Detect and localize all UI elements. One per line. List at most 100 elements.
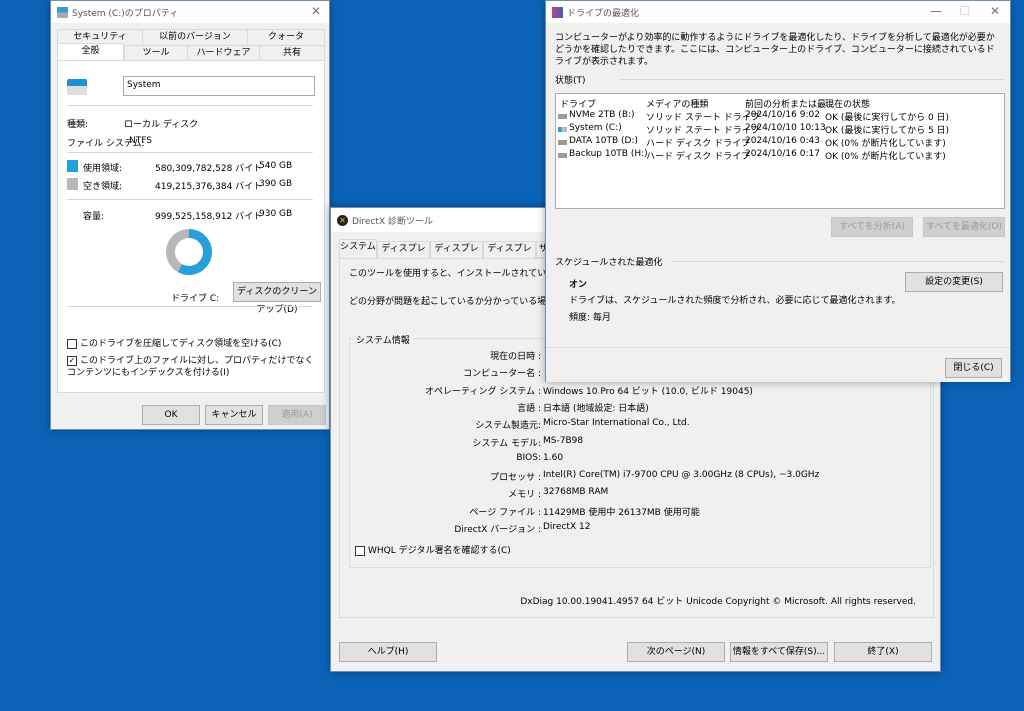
- drive-status: OK (最後に実行してから 5 日): [825, 126, 950, 136]
- change-settings-button[interactable]: 設定の変更(S): [905, 272, 1003, 292]
- whql-label: WHQL デジタル署名を確認する(C): [368, 546, 511, 556]
- info-label: ページ ファイル :: [469, 507, 541, 518]
- window-title: DirectX 診断ツール: [352, 216, 433, 227]
- column-header[interactable]: 現在の状態: [825, 97, 870, 110]
- defrag-icon: [552, 6, 563, 18]
- info-row: システム製造元: Micro-Star International Co., Lt…: [343, 418, 689, 432]
- info-row: BIOS: 1.60: [343, 453, 563, 463]
- properties-window: System (C:)のプロパティ ✕ セキュリティ 以前のバージョン クォータ…: [50, 0, 330, 430]
- type-value: ローカル ディスク: [124, 120, 199, 130]
- window-title: System (C:)のプロパティ: [72, 8, 179, 19]
- drive-media: ソリッド ステート ドライブ: [646, 126, 760, 136]
- drive-media: ソリッド ステート ドライブ: [646, 113, 760, 123]
- used-size: 540 GB: [259, 161, 293, 171]
- maximize-icon[interactable]: ☐: [959, 4, 970, 18]
- index-label: このドライブ上のファイルに対し、プロパティだけでなくコンテンツにもインデックスを…: [67, 356, 314, 378]
- close-button[interactable]: 閉じる(C): [945, 358, 1002, 378]
- used-color-swatch: [67, 160, 78, 172]
- drive-icon: [558, 127, 567, 132]
- description: コンピューターがより効率的に動作するようにドライブを最適化したり、ドライブを分析…: [555, 33, 995, 67]
- drive-last: 2024/10/16 9:02: [745, 110, 820, 120]
- drive-name: Backup 10TB (H:): [569, 149, 648, 159]
- drive-last: 2024/10/10 10:13: [745, 123, 826, 133]
- group-label: システム情報: [353, 333, 413, 346]
- close-icon[interactable]: ✕: [311, 4, 321, 18]
- optimize-all-button[interactable]: すべてを最適化(O): [923, 217, 1005, 237]
- info-label: メモリ :: [508, 490, 541, 501]
- usage-donut-chart: [166, 229, 212, 275]
- capacity-size: 930 GB: [259, 209, 293, 219]
- info-value: 11429MB 使用中 26137MB 使用可能: [543, 507, 700, 518]
- column-header[interactable]: ドライブ: [560, 97, 596, 110]
- close-icon[interactable]: ✕: [990, 4, 1000, 18]
- column-header[interactable]: 前回の分析または最...: [745, 97, 835, 110]
- info-row: プロセッサ : Intel(R) Core(TM) i7-9700 CPU @ 3…: [343, 470, 819, 483]
- drive-last: 2024/10/16 0:17: [745, 149, 820, 159]
- info-row: オペレーティング システム : Windows 10 Pro 64 ビット (10…: [343, 384, 753, 397]
- drive-name: DATA 10TB (D:): [569, 136, 639, 146]
- analyze-all-button[interactable]: すべてを分析(A): [831, 217, 913, 237]
- tab-general[interactable]: 全般: [57, 43, 124, 61]
- drive-status: OK (最後に実行してから 0 日): [825, 113, 950, 123]
- checkbox-icon[interactable]: [355, 545, 365, 556]
- drive-name: System (C:): [569, 123, 622, 133]
- column-header[interactable]: メディアの種類: [646, 97, 708, 110]
- drive-icon: [558, 114, 567, 119]
- index-checkbox[interactable]: ✓ このドライブ上のファイルに対し、プロパティだけでなくコンテンツにもインデックス…: [67, 355, 317, 379]
- info-value: MS-7B98: [543, 435, 584, 446]
- tab-previous-versions[interactable]: 以前のバージョン: [142, 29, 248, 46]
- info-value: DirectX 12: [543, 522, 591, 532]
- compress-label: このドライブを圧縮してディスク領域を空ける(C): [80, 339, 282, 349]
- info-label: 現在の日時 :: [490, 352, 541, 362]
- compress-checkbox[interactable]: このドライブを圧縮してディスク領域を空ける(C): [67, 336, 317, 349]
- info-label: 言語 :: [517, 403, 541, 414]
- info-row: 現在の日時 :: [343, 349, 543, 362]
- info-label: システム製造元:: [475, 421, 541, 432]
- status-label: 状態(T): [555, 76, 586, 86]
- info-label: オペレーティング システム :: [425, 386, 541, 397]
- schedule-state: オン: [569, 280, 588, 290]
- type-label: 種類:: [67, 120, 89, 130]
- capacity-label: 容量:: [83, 212, 105, 222]
- minimize-icon[interactable]: —: [930, 4, 942, 18]
- scheduled-label: スケジュールされた最適化: [555, 258, 663, 268]
- fs-value: NTFS: [129, 136, 152, 146]
- info-value: 日本語 (地域設定: 日本語): [543, 403, 649, 414]
- tab-0[interactable]: システム: [339, 239, 377, 259]
- info-row: コンピューター名 :: [343, 366, 543, 379]
- info-value: 1.60: [543, 452, 564, 463]
- save-all-button[interactable]: 情報をすべて保存(S)...: [730, 642, 828, 662]
- info-row: メモリ :32768MB RAM: [343, 487, 608, 500]
- drive-name-input[interactable]: System: [123, 76, 315, 96]
- apply-button[interactable]: 適用(A): [268, 405, 326, 425]
- info-value: 32768MB RAM: [543, 487, 609, 498]
- tab-quota[interactable]: クォータ: [247, 29, 325, 46]
- free-size: 390 GB: [259, 179, 293, 189]
- disk-cleanup-button[interactable]: ディスクのクリーンアップ(D): [233, 282, 321, 315]
- info-row: 言語 : 日本語 (地域設定: 日本語): [343, 401, 649, 414]
- drive-name: NVMe 2TB (B:): [569, 110, 635, 120]
- info-row: システム モデル: MS-7B98: [343, 436, 583, 449]
- drive-large-icon: [67, 79, 87, 95]
- free-bytes: 419,215,376,384 バイト: [155, 182, 263, 192]
- checkmark-icon[interactable]: ✓: [67, 355, 77, 366]
- schedule-description: ドライブは、スケジュールされた頻度で分析され、必要に応じて最適化されます。: [569, 296, 901, 306]
- used-bytes: 580,309,782,528 バイト: [155, 164, 263, 174]
- drive-icon: [558, 140, 567, 145]
- drive-icon: [558, 153, 567, 158]
- info-row: DirectX バージョン : DirectX 12: [343, 522, 590, 535]
- drive-last: 2024/10/16 0:43: [745, 136, 820, 146]
- info-label: システム モデル:: [472, 438, 541, 449]
- whql-checkbox[interactable]: WHQL デジタル署名を確認する(C): [355, 543, 511, 556]
- cancel-button[interactable]: キャンセル: [205, 405, 263, 425]
- drive-media: ハード ディスク ドライブ: [646, 152, 751, 162]
- used-label: 使用領域:: [83, 164, 123, 174]
- ok-button[interactable]: OK: [142, 405, 200, 425]
- checkbox-icon[interactable]: [67, 338, 77, 349]
- next-page-button[interactable]: 次のページ(N): [627, 642, 725, 662]
- help-button[interactable]: ヘルプ(H): [339, 642, 437, 662]
- drive-media: ハード ディスク ドライブ: [646, 139, 751, 149]
- exit-button[interactable]: 終了(X): [834, 642, 932, 662]
- info-label: DirectX バージョン :: [454, 525, 541, 535]
- info-value: Windows 10 Pro 64 ビット (10.0, ビルド 19045): [543, 386, 753, 397]
